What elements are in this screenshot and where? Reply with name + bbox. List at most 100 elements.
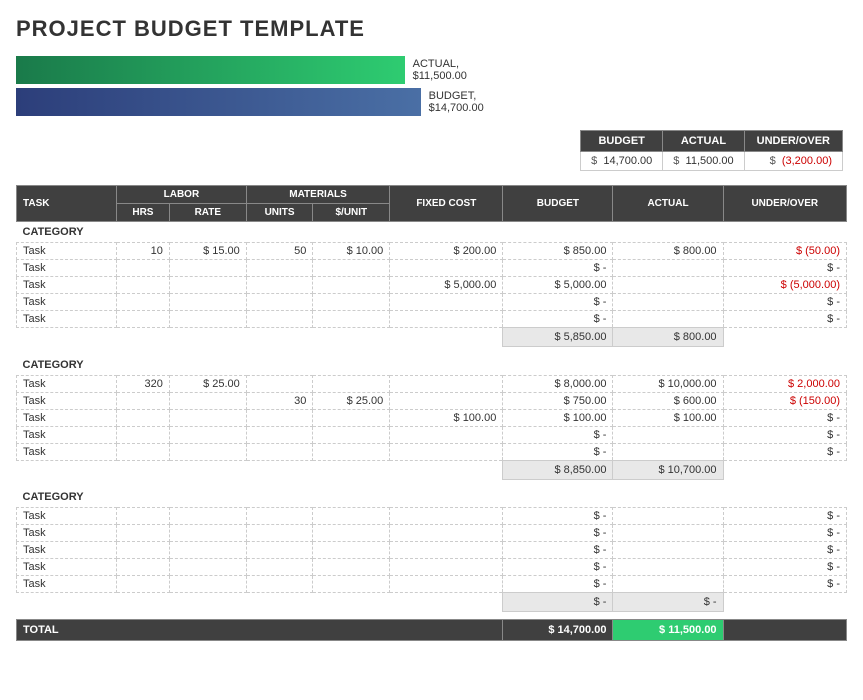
chart-bar-actual — [16, 56, 405, 84]
total-label: TOTAL — [17, 620, 503, 641]
task-name: Task — [17, 576, 117, 593]
task-rate — [169, 426, 246, 443]
task-rate — [169, 525, 246, 542]
spacer-row — [17, 612, 847, 620]
task-hrs — [117, 576, 170, 593]
task-hrs — [117, 542, 170, 559]
task-underover: $ - — [723, 525, 846, 542]
col-task: TASK — [17, 186, 117, 222]
subtotal-fc-empty — [390, 593, 503, 612]
task-units — [246, 409, 313, 426]
total-row: TOTAL $ 14,700.00 $ 11,500.00 — [17, 620, 847, 641]
task-unit-cost — [313, 311, 390, 328]
task-underover: $ (50.00) — [723, 243, 846, 260]
task-fixed-cost — [390, 294, 503, 311]
task-hrs — [117, 277, 170, 294]
subtotal-row: $ 8,850.00 $ 10,700.00 — [17, 460, 847, 479]
task-hrs — [117, 525, 170, 542]
subtotal-row: $ - $ - — [17, 593, 847, 612]
task-units — [246, 311, 313, 328]
task-unit-cost — [313, 277, 390, 294]
chart-bar-actual-row: ACTUAL, $11,500.00 — [16, 56, 516, 84]
subtotal-fc-empty — [390, 460, 503, 479]
task-units — [246, 294, 313, 311]
summary-header-actual: ACTUAL — [663, 131, 744, 152]
table-row: Task $ - $ - — [17, 294, 847, 311]
table-row: Task $ - $ - — [17, 260, 847, 277]
col-fixed-cost: FIXED COST — [390, 186, 503, 222]
task-fixed-cost — [390, 443, 503, 460]
task-actual — [613, 426, 723, 443]
task-unit-cost — [313, 375, 390, 392]
total-actual: $ 11,500.00 — [613, 620, 723, 641]
page-title: PROJECT BUDGET TEMPLATE — [16, 16, 847, 42]
subtotal-underover — [723, 328, 846, 347]
task-actual: $ 800.00 — [613, 243, 723, 260]
task-units — [246, 525, 313, 542]
budget-table: TASK LABOR MATERIALS FIXED COST BUDGET A… — [16, 185, 847, 641]
col-actual: ACTUAL — [613, 186, 723, 222]
task-underover: $ - — [723, 294, 846, 311]
task-fixed-cost: $ 5,000.00 — [390, 277, 503, 294]
task-hrs — [117, 311, 170, 328]
task-unit-cost — [313, 576, 390, 593]
task-rate: $ 15.00 — [169, 243, 246, 260]
task-underover: $ - — [723, 443, 846, 460]
summary-actual-sign: $ — [673, 155, 679, 167]
task-units — [246, 559, 313, 576]
summary-budget-sign: $ — [591, 155, 597, 167]
task-hrs — [117, 294, 170, 311]
task-rate — [169, 311, 246, 328]
table-row: Task $ - $ - — [17, 542, 847, 559]
task-budget: $ - — [503, 426, 613, 443]
task-underover: $ - — [723, 260, 846, 277]
col-hrs: HRS — [117, 204, 170, 222]
category-name: CATEGORY — [17, 487, 847, 508]
task-underover: $ - — [723, 311, 846, 328]
task-name: Task — [17, 294, 117, 311]
task-units — [246, 508, 313, 525]
table-row: Task $ - $ - — [17, 576, 847, 593]
task-hrs — [117, 392, 170, 409]
subtotal-underover — [723, 593, 846, 612]
task-unit-cost: $ 10.00 — [313, 243, 390, 260]
subtotal-underover — [723, 460, 846, 479]
task-actual — [613, 559, 723, 576]
task-name: Task — [17, 277, 117, 294]
task-underover: $ - — [723, 508, 846, 525]
chart-budget-label: BUDGET, $14,700.00 — [429, 90, 516, 114]
task-hrs — [117, 559, 170, 576]
task-units — [246, 260, 313, 277]
task-actual — [613, 542, 723, 559]
task-name: Task — [17, 409, 117, 426]
table-row: Task $ - $ - — [17, 508, 847, 525]
task-underover: $ - — [723, 559, 846, 576]
chart-bar-budget — [16, 88, 421, 116]
category-name: CATEGORY — [17, 222, 847, 243]
summary-wrapper: BUDGET ACTUAL UNDER/OVER $ 14,700.00 $ 1… — [16, 130, 847, 171]
task-rate — [169, 576, 246, 593]
subtotal-budget: $ 5,850.00 — [503, 328, 613, 347]
task-underover: $ - — [723, 409, 846, 426]
task-units — [246, 426, 313, 443]
task-actual: $ 600.00 — [613, 392, 723, 409]
subtotal-budget: $ - — [503, 593, 613, 612]
subtotal-actual: $ 800.00 — [613, 328, 723, 347]
table-row: Task $ 5,000.00 $ 5,000.00 $ (5,000.00) — [17, 277, 847, 294]
task-budget: $ - — [503, 260, 613, 277]
task-fixed-cost — [390, 542, 503, 559]
task-units: 30 — [246, 392, 313, 409]
task-unit-cost — [313, 294, 390, 311]
task-underover: $ - — [723, 576, 846, 593]
summary-underover: $ (3,200.00) — [744, 152, 842, 171]
task-underover: $ - — [723, 542, 846, 559]
task-underover: $ (5,000.00) — [723, 277, 846, 294]
task-fixed-cost — [390, 260, 503, 277]
category-row: CATEGORY — [17, 222, 847, 243]
task-unit-cost — [313, 525, 390, 542]
category-row: CATEGORY — [17, 487, 847, 508]
task-actual: $ 10,000.00 — [613, 375, 723, 392]
summary-actual-val: 11,500.00 — [686, 155, 734, 167]
total-budget: $ 14,700.00 — [503, 620, 613, 641]
task-fixed-cost — [390, 375, 503, 392]
